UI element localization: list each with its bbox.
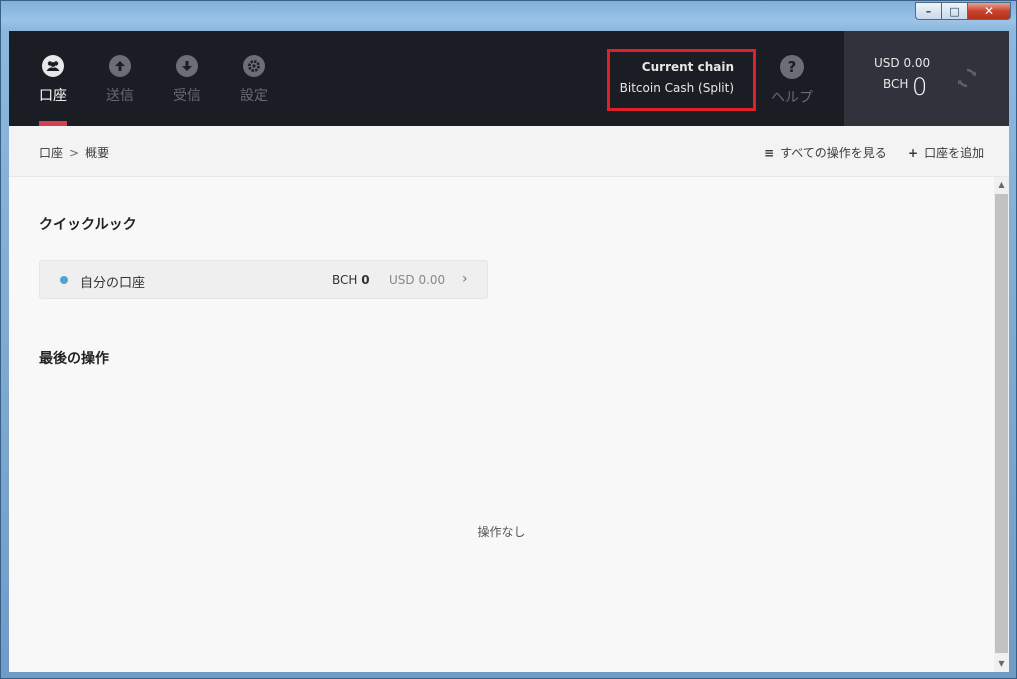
chevron-right-icon: › [462,271,468,287]
plus-icon: + [908,146,919,160]
window-controls: – □ ✕ [915,2,1011,20]
balance-panel: USD 0.00 BCH 0 [844,31,1009,126]
main-content: クイックルック 自分の口座 BCH 0 USD 0.00 › 最後の操作 操作な… [9,177,994,672]
account-name: 自分の口座 [80,276,146,291]
balance-usd: USD 0.00 [874,56,931,70]
nav-label-receive: 受信 [173,88,201,104]
nav-item-receive[interactable]: 受信 [167,55,207,105]
vertical-scrollbar[interactable]: ▲ ▼ [994,177,1009,672]
quick-look-title: クイックルック [39,217,137,233]
settings-icon [243,55,265,77]
scroll-down-icon[interactable]: ▼ [994,656,1009,672]
maximize-icon: □ [949,4,960,18]
scroll-thumb[interactable] [995,194,1008,653]
refresh-icon[interactable] [954,67,980,93]
close-icon: ✕ [983,4,995,18]
add-account-button[interactable]: + 口座を追加 [908,144,984,161]
breadcrumb-separator: > [69,146,80,160]
account-row[interactable]: 自分の口座 BCH 0 USD 0.00 › [39,260,488,299]
no-operations-text: 操作なし [477,525,526,539]
maximize-button[interactable]: □ [941,2,967,20]
top-navigation-bar: 口座 送信 受信 設定 Current chain Bitcoin Cash (… [9,31,1009,126]
breadcrumb-current: 概要 [85,146,110,160]
account-bch-balance: BCH 0 [332,273,370,287]
minimize-button[interactable]: – [915,2,941,20]
minimize-icon: – [925,4,932,18]
account-usd-balance: USD 0.00 [389,273,446,287]
nav-item-settings[interactable]: 設定 [234,55,274,105]
nav-label-accounts: 口座 [39,88,67,104]
scroll-up-icon[interactable]: ▲ [994,177,1009,193]
current-chain-title: Current chain [641,60,734,74]
app-window: – □ ✕ 口座 送信 受信 設定 Current chain Bitcoin … [0,0,1017,679]
help-icon: ? [780,55,804,79]
app-client: 口座 送信 受信 設定 Current chain Bitcoin Cash (… [9,31,1009,672]
nav-item-send[interactable]: 送信 [100,55,140,105]
nav-label-settings: 設定 [240,88,268,104]
nav-item-accounts[interactable]: 口座 [33,55,73,105]
breadcrumb-root[interactable]: 口座 [39,146,63,160]
account-bch-unit: BCH [332,273,358,287]
balance-bch-value: 0 [912,73,928,101]
balance-bch-unit: BCH [883,77,909,91]
send-icon [109,55,131,77]
breadcrumb: 口座 > 概要 [39,144,109,161]
current-chain-value: Bitcoin Cash (Split) [619,81,734,95]
help-label: ヘルプ [771,90,813,106]
close-button[interactable]: ✕ [967,2,1011,20]
accounts-icon [42,55,64,77]
list-icon: ≡ [764,146,775,160]
last-operations-title: 最後の操作 [39,351,109,367]
receive-icon [176,55,198,77]
account-bch-value: 0 [361,273,370,287]
help-button[interactable]: ? ヘルプ [769,55,815,107]
account-color-dot [60,276,68,284]
breadcrumb-bar: 口座 > 概要 ≡ すべての操作を見る + 口座を追加 [9,126,1009,177]
view-all-operations-button[interactable]: ≡ すべての操作を見る [764,144,887,161]
nav-label-send: 送信 [106,88,134,104]
view-all-operations-label: すべての操作を見る [780,146,887,160]
current-chain-highlight: Current chain Bitcoin Cash (Split) [607,49,756,111]
add-account-label: 口座を追加 [924,146,985,160]
